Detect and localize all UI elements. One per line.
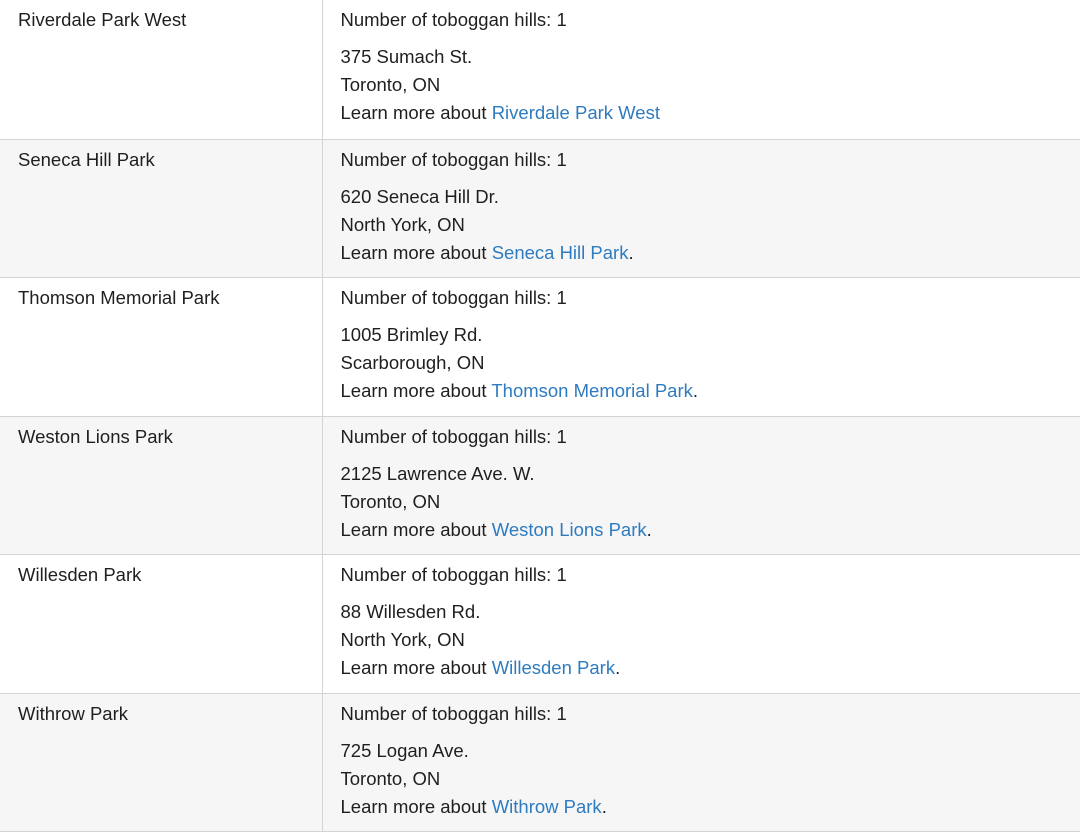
city: Toronto, ON — [340, 767, 441, 789]
city: North York, ON — [340, 213, 465, 235]
park-name-cell: Willesden Park — [0, 554, 323, 694]
toboggan-hills-table: Riverdale Park West Number of toboggan h… — [0, 0, 1080, 832]
park-name-cell: Weston Lions Park — [0, 416, 323, 555]
learn-more-prefix: Learn more about — [340, 518, 492, 540]
street-address: 375 Sumach St. — [340, 46, 473, 67]
park-name-cell: Seneca Hill Park — [0, 139, 323, 278]
park-link[interactable]: Willesden Park — [492, 657, 615, 678]
learn-more-prefix: Learn more about — [340, 241, 492, 263]
park-link[interactable]: Weston Lions Park — [492, 519, 647, 540]
table-row: Weston Lions Park Number of toboggan hil… — [0, 416, 1080, 555]
park-link[interactable]: Riverdale Park West — [492, 102, 660, 123]
learn-more-line: Learn more about Weston Lions Park. — [341, 516, 1080, 544]
park-name: Seneca Hill Park — [18, 148, 155, 170]
link-suffix: . — [628, 241, 634, 263]
street-address: 1005 Brimley Rd. — [340, 324, 483, 345]
park-link[interactable]: Thomson Memorial Park — [491, 380, 693, 401]
link-suffix: . — [615, 657, 621, 678]
learn-more-prefix: Learn more about — [340, 657, 492, 678]
park-name-cell: Riverdale Park West — [0, 0, 323, 140]
park-name: Willesden Park — [18, 564, 142, 585]
street-address: 2125 Lawrence Ave. W. — [340, 462, 535, 484]
park-name-cell: Withrow Park — [0, 693, 323, 832]
learn-more-prefix: Learn more about — [340, 380, 492, 401]
park-name: Weston Lions Park — [18, 425, 173, 447]
link-suffix: . — [692, 380, 699, 401]
park-address: 2125 Lawrence Ave. W. Toronto, ON Learn … — [341, 460, 1080, 544]
park-info-cell: Number of toboggan hills: 1 2125 Lawrenc… — [322, 416, 1080, 555]
park-info-cell: Number of toboggan hills: 1 375 Sumach S… — [322, 0, 1080, 140]
learn-more-line: Learn more about Seneca Hill Park. — [341, 239, 1080, 267]
park-link[interactable]: Withrow Park — [492, 796, 602, 817]
park-name-cell: Thomson Memorial Park — [0, 277, 323, 417]
city: Scarborough, ON — [340, 352, 485, 373]
park-address: 725 Logan Ave. Toronto, ON Learn more ab… — [341, 737, 1080, 821]
table-row: Seneca Hill Park Number of toboggan hill… — [0, 139, 1080, 278]
park-info-cell: Number of toboggan hills: 1 88 Willesden… — [322, 554, 1080, 694]
street-address: 88 Willesden Rd. — [340, 601, 481, 622]
park-address: 88 Willesden Rd. North York, ON Learn mo… — [341, 598, 1080, 682]
park-info-cell: Number of toboggan hills: 1 620 Seneca H… — [322, 139, 1080, 278]
hill-count: Number of toboggan hills: 1 — [340, 9, 567, 30]
hill-count: Number of toboggan hills: 1 — [340, 564, 567, 585]
park-address: 375 Sumach St. Toronto, ON Learn more ab… — [341, 43, 1080, 127]
park-link[interactable]: Seneca Hill Park — [492, 242, 629, 263]
table-row: Withrow Park Number of toboggan hills: 1… — [0, 693, 1080, 832]
city: Toronto, ON — [340, 490, 441, 512]
hill-count: Number of toboggan hills: 1 — [340, 148, 567, 170]
learn-more-line: Learn more about Thomson Memorial Park. — [341, 377, 1080, 405]
hill-count: Number of toboggan hills: 1 — [340, 425, 567, 447]
city: North York, ON — [340, 629, 465, 650]
link-suffix: . — [601, 795, 607, 817]
learn-more-line: Learn more about Riverdale Park West — [341, 99, 1080, 127]
park-name: Withrow Park — [18, 702, 128, 724]
city: Toronto, ON — [340, 74, 441, 95]
learn-more-prefix: Learn more about — [340, 102, 492, 123]
learn-more-prefix: Learn more about — [340, 795, 492, 817]
street-address: 725 Logan Ave. — [340, 739, 469, 761]
park-name: Thomson Memorial Park — [18, 287, 220, 308]
hill-count: Number of toboggan hills: 1 — [340, 287, 567, 308]
hill-count: Number of toboggan hills: 1 — [340, 702, 567, 724]
park-info-cell: Number of toboggan hills: 1 1005 Brimley… — [322, 277, 1080, 417]
street-address: 620 Seneca Hill Dr. — [340, 185, 499, 207]
park-address: 1005 Brimley Rd. Scarborough, ON Learn m… — [341, 321, 1080, 405]
learn-more-line: Learn more about Willesden Park. — [341, 654, 1080, 682]
table-row: Riverdale Park West Number of toboggan h… — [0, 0, 1080, 140]
table-row: Thomson Memorial Park Number of toboggan… — [0, 277, 1080, 417]
park-name: Riverdale Park West — [18, 9, 187, 30]
park-address: 620 Seneca Hill Dr. North York, ON Learn… — [341, 183, 1080, 267]
link-suffix: . — [646, 518, 652, 540]
park-info-cell: Number of toboggan hills: 1 725 Logan Av… — [322, 693, 1080, 832]
table-row: Willesden Park Number of toboggan hills:… — [0, 554, 1080, 694]
learn-more-line: Learn more about Withrow Park. — [341, 793, 1080, 821]
